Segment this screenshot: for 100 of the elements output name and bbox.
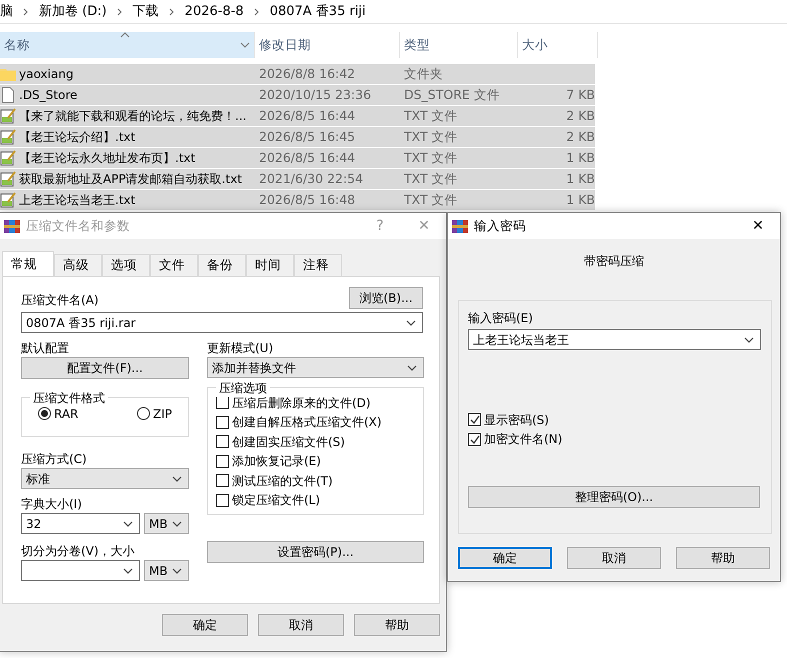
breadcrumb-item[interactable]: 新加卷 (D:) [39, 2, 107, 22]
checkbox[interactable] [216, 435, 229, 448]
folder-icon [0, 67, 16, 81]
checkbox[interactable] [468, 413, 481, 426]
modified-date: 2026/8/8 16:42 [259, 66, 356, 81]
file-type: DS_STORE 文件 [404, 86, 500, 102]
breadcrumb-item[interactable]: 2026-8-8 [184, 2, 244, 22]
file-row[interactable]: 上老王论坛当老王.txt 2026/8/5 16:48 TXT 文件 1 KB [0, 190, 595, 210]
chevron-right-icon [168, 8, 175, 16]
file-type: TXT 文件 [404, 128, 458, 144]
address-bar[interactable]: 脑 新加卷 (D:) 下载 2026-8-8 0807A 香35 riji [0, 0, 787, 24]
unit-dropdown[interactable]: MB [144, 560, 189, 581]
column-header[interactable]: 修改日期 [255, 32, 400, 58]
tab[interactable]: 备份 [198, 254, 246, 276]
dialog-button[interactable]: 帮助 [354, 614, 440, 636]
tab[interactable]: 选项 [102, 254, 150, 276]
radio-label[interactable]: RAR [54, 404, 78, 423]
tab[interactable]: 注释 [294, 254, 342, 276]
modified-date: 2020/10/15 23:36 [259, 86, 372, 102]
file-row[interactable]: .DS_Store 2020/10/15 23:36 DS_STORE 文件 7 KB [0, 85, 595, 105]
set-password-button[interactable]: 设置密码(P)... [207, 541, 424, 563]
file-name: 【老王论坛介绍】.txt [19, 129, 136, 146]
archive-books-icon [4, 218, 20, 234]
close-button[interactable]: ✕ [736, 216, 780, 236]
field-label: 更新模式(U) [207, 340, 274, 357]
organize-passwords-button[interactable]: 整理密码(O)... [468, 486, 760, 508]
checkbox[interactable] [468, 432, 481, 446]
dictionary-size-dropdown[interactable]: 32 [21, 513, 140, 534]
checkbox-label[interactable]: 显示密码(S) [484, 410, 549, 429]
file-row[interactable]: 获取最新地址及APP请发邮箱自动获取.txt 2021/6/30 22:54 TXT 文件 1 KB [0, 169, 595, 189]
file-row[interactable]: 【老王论坛永久地址发布页】.txt 2026/8/5 16:44 TXT 文件 1 KB [0, 148, 595, 168]
unit-dropdown[interactable]: MB [144, 513, 189, 534]
compression-method-dropdown[interactable]: 标准 [21, 468, 189, 489]
breadcrumb-item[interactable]: 0807A 香35 riji [270, 2, 366, 22]
chevron-right-icon [23, 8, 29, 16]
file-type: TXT 文件 [404, 108, 458, 123]
checkbox-label[interactable]: 添加恢复记录(E) [232, 452, 321, 470]
file-name: 【老王论坛永久地址发布页】.txt [19, 150, 196, 167]
modified-date: 2026/8/5 16:44 [259, 150, 356, 165]
modified-date: 2026/8/5 16:48 [259, 192, 356, 207]
file-row[interactable]: yaoxiang 2026/8/8 16:42 文件夹 [0, 64, 595, 84]
dialog-button[interactable]: 取消 [567, 547, 661, 569]
group-title: 压缩选项 [216, 379, 270, 397]
file-row[interactable]: 【来了就能下载和观看的论坛，纯免费！... 2026/8/5 16:44 TXT 文件 2 KB [0, 106, 595, 126]
file-size: 1 KB [566, 150, 595, 165]
checkbox-label[interactable]: 创建自解压格式压缩文件(X) [232, 413, 382, 432]
archive-name-field[interactable]: 0807A 香35 riji.rar [21, 312, 423, 333]
chevron-right-icon [116, 8, 123, 16]
text-file-icon [0, 108, 16, 124]
radio-button[interactable] [38, 407, 51, 420]
checkbox-label[interactable]: 加密文件名(N) [484, 430, 562, 448]
sort-ascending-icon [120, 32, 130, 38]
modified-date: 2021/6/30 22:54 [259, 170, 364, 186]
window-title: 压缩文件名和参数 [26, 216, 130, 235]
password-field[interactable]: 上老王论坛当老王 [468, 329, 761, 350]
tab[interactable]: 文件 [150, 254, 198, 276]
file-name: 上老王论坛当老王.txt [19, 192, 136, 209]
tab[interactable]: 常规 [2, 251, 54, 276]
dialog-button[interactable]: 确定 [162, 614, 248, 636]
radio-label[interactable]: ZIP [153, 404, 172, 423]
field-label: 压缩方式(C) [21, 451, 88, 468]
radio-button[interactable] [137, 407, 150, 420]
dialog-heading: 带密码压缩 [584, 254, 644, 268]
checkbox[interactable] [216, 454, 229, 468]
tab[interactable]: 高级 [54, 254, 102, 276]
dialog-button[interactable]: 帮助 [676, 547, 770, 569]
check-icon [469, 414, 480, 426]
field-label: 默认配置 [21, 340, 70, 357]
checkbox[interactable] [216, 474, 229, 488]
file-size: 2 KB [566, 128, 595, 144]
file-size: 1 KB [566, 192, 595, 207]
checkbox[interactable] [216, 416, 229, 429]
checkbox[interactable] [216, 494, 229, 507]
column-header[interactable]: 大小 [518, 32, 598, 58]
dialog-button[interactable]: 取消 [258, 614, 344, 636]
browse-button[interactable]: 浏览(B)... [349, 287, 423, 309]
checkbox-label[interactable]: 测试压缩的文件(T) [232, 472, 333, 490]
file-type: 文件夹 [404, 66, 443, 81]
tab[interactable]: 时间 [246, 254, 294, 276]
group-title: 压缩文件格式 [30, 389, 108, 407]
update-mode-dropdown[interactable]: 添加并替换文件 [207, 357, 424, 378]
checkbox-label[interactable]: 锁定压缩文件(L) [232, 491, 320, 510]
modified-date: 2026/8/5 16:45 [259, 128, 356, 144]
checkbox[interactable] [216, 396, 229, 410]
breadcrumb-item[interactable]: 下载 [132, 2, 159, 22]
breadcrumb-item[interactable]: 脑 [0, 2, 13, 22]
profiles-button[interactable]: 配置文件(F)... [21, 357, 189, 379]
file-type: TXT 文件 [404, 170, 458, 186]
split-size-dropdown[interactable] [21, 560, 140, 581]
field-label: 压缩文件名(A) [21, 292, 99, 309]
file-size: 2 KB [566, 108, 595, 123]
field-label: 切分为分卷(V)，大小 [21, 543, 136, 560]
file-row[interactable]: 【老王论坛介绍】.txt 2026/8/5 16:45 TXT 文件 2 KB [0, 127, 595, 147]
modified-date: 2026/8/5 16:44 [259, 108, 356, 123]
checkbox-label[interactable]: 创建固实压缩文件(S) [232, 432, 345, 451]
column-header[interactable]: 类型 [400, 32, 518, 58]
dialog-button[interactable]: 确定 [458, 547, 552, 569]
column-header[interactable]: 名称 [0, 32, 255, 58]
file-name: yaoxiang [19, 66, 74, 83]
chevron-right-icon [254, 8, 260, 16]
